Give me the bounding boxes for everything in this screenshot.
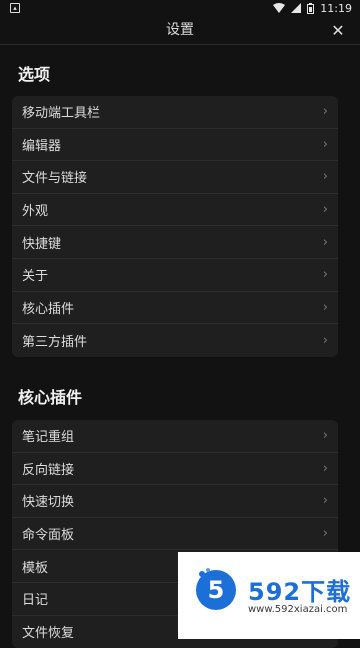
settings-item-label: 命令面板 (22, 528, 75, 544)
chevron-right-icon: › (322, 299, 328, 315)
settings-item-core-plugins[interactable]: 核心插件 › (12, 292, 338, 325)
watermark-logo-icon: 5 (196, 568, 236, 610)
watermark-brand: 592下载 (248, 578, 352, 606)
settings-item-label: 快速切换 (22, 495, 75, 511)
page-title: 设置 (166, 22, 194, 38)
settings-item-command-palette[interactable]: 命令面板 › (12, 518, 338, 551)
settings-item-label: 快捷键 (22, 236, 62, 252)
settings-item-label: 关于 (22, 269, 49, 285)
settings-item-label: 日记 (22, 593, 49, 609)
settings-item-third-party-plugins[interactable]: 第三方插件 › (12, 324, 338, 357)
chevron-right-icon: › (322, 202, 328, 218)
chevron-right-icon: › (322, 234, 328, 250)
settings-item-label: 反向链接 (22, 462, 75, 478)
settings-item-appearance[interactable]: 外观 › (12, 194, 338, 227)
settings-item-editor[interactable]: 编辑器 › (12, 129, 338, 162)
settings-item-hotkeys[interactable]: 快捷键 › (12, 226, 338, 259)
settings-item-about[interactable]: 关于 › (12, 259, 338, 292)
section-title-core-plugins: 核心插件 (18, 388, 83, 407)
status-bar: ▴ 11:19 (0, 0, 360, 16)
chevron-right-icon: › (322, 136, 328, 152)
settings-item-label: 移动端工具栏 (22, 106, 101, 122)
signal-icon (291, 3, 302, 13)
section-title-options: 选项 (18, 65, 51, 84)
chevron-right-icon: › (322, 460, 328, 476)
settings-item-label: 核心插件 (22, 301, 75, 317)
settings-item-label: 编辑器 (22, 138, 62, 154)
watermark: 5 592下载 www.592xiazai.com (178, 552, 360, 639)
chevron-right-icon: › (322, 104, 328, 120)
chevron-right-icon: › (322, 169, 328, 185)
settings-item-mobile-toolbar[interactable]: 移动端工具栏 › (12, 96, 338, 129)
status-left: ▴ (0, 3, 20, 13)
status-right: 11:19 (273, 2, 360, 15)
titlebar: 设置 ✕ (0, 16, 360, 45)
status-time: 11:19 (320, 1, 352, 15)
settings-item-files-links[interactable]: 文件与链接 › (12, 161, 338, 194)
settings-item-label: 第三方插件 (22, 334, 88, 350)
battery-icon (307, 2, 315, 14)
settings-item-quick-switcher[interactable]: 快速切换 › (12, 485, 338, 518)
svg-text:5: 5 (208, 576, 225, 604)
close-button[interactable]: ✕ (328, 20, 348, 40)
settings-item-label: 文件与链接 (22, 171, 88, 187)
settings-item-note-composer[interactable]: 笔记重组 › (12, 420, 338, 453)
settings-item-label: 外观 (22, 204, 49, 220)
chevron-right-icon: › (322, 267, 328, 283)
settings-item-backlinks[interactable]: 反向链接 › (12, 453, 338, 486)
chevron-right-icon: › (322, 332, 328, 348)
watermark-url: www.592xiazai.com (248, 604, 348, 615)
settings-group-options: 移动端工具栏 › 编辑器 › 文件与链接 › 外观 › 快捷键 › 关于 › 核… (12, 96, 338, 357)
chevron-right-icon: › (322, 428, 328, 444)
settings-item-label: 模板 (22, 560, 49, 576)
chevron-right-icon: › (322, 526, 328, 542)
chevron-right-icon: › (322, 493, 328, 509)
settings-item-label: 笔记重组 (22, 430, 75, 446)
wifi-icon (273, 3, 286, 13)
close-icon: ✕ (331, 20, 345, 40)
notification-icon: ▴ (10, 3, 20, 13)
